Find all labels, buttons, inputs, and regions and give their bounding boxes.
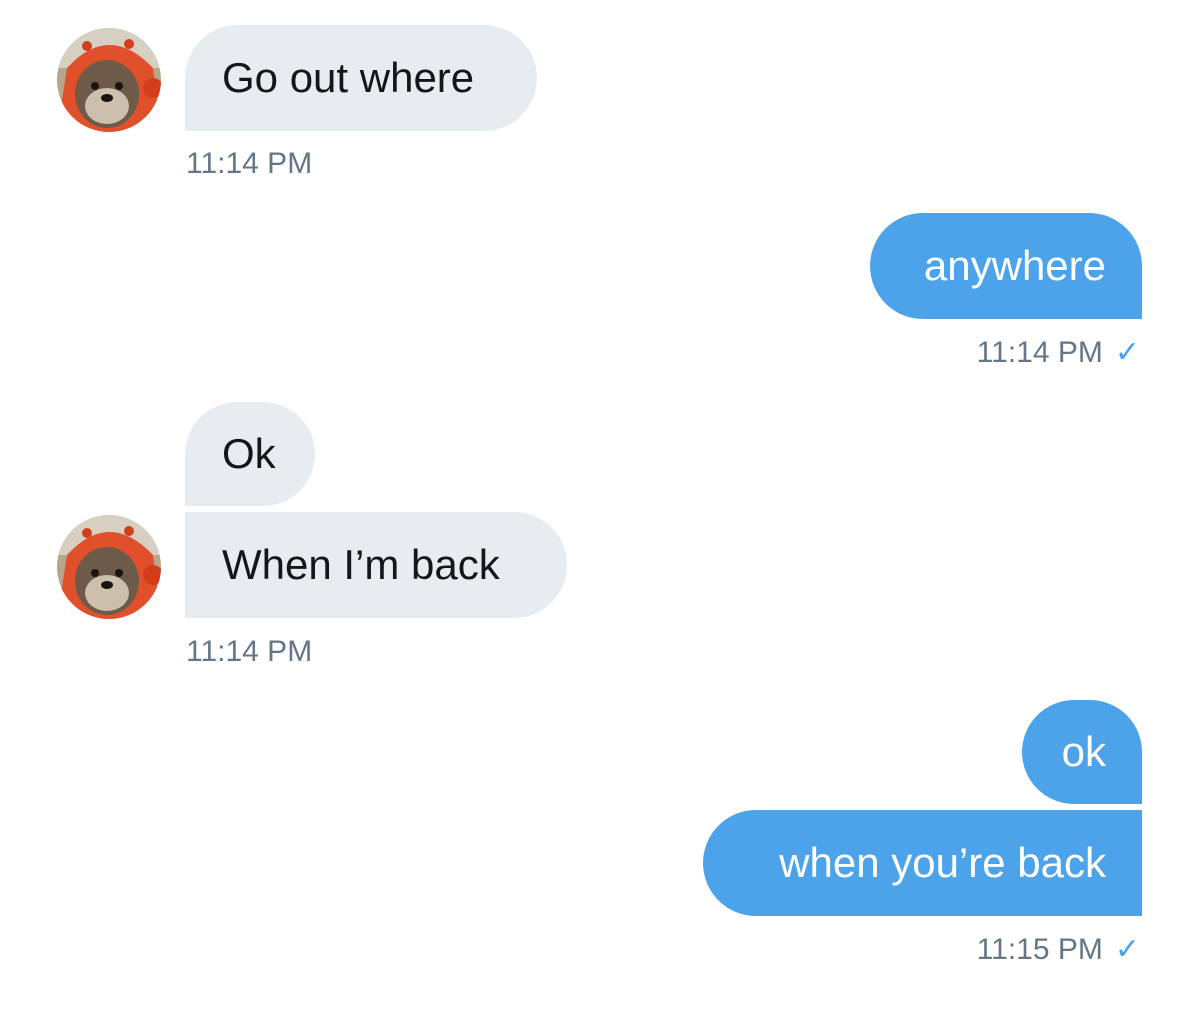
message-bubble-incoming[interactable]: Ok	[185, 402, 315, 506]
message-text: Ok	[222, 430, 276, 477]
timestamp: 11:14 PM ✓	[977, 338, 1140, 368]
read-check-icon: ✓	[1114, 933, 1140, 966]
timestamp-text: 11:14 PM	[186, 147, 313, 180]
timestamp: 11:15 PM ✓	[977, 935, 1140, 965]
message-bubble-outgoing[interactable]: ok	[1022, 700, 1142, 804]
timestamp-text: 11:14 PM	[976, 336, 1103, 369]
message-text: when you’re back	[779, 839, 1106, 886]
message-bubble-incoming[interactable]: When I’m back	[185, 512, 567, 618]
timestamp: 11:14 PM	[186, 637, 312, 667]
avatar[interactable]	[57, 28, 161, 132]
message-text: Go out where	[222, 54, 475, 101]
otter-avatar-image	[57, 515, 161, 619]
read-check-icon: ✓	[1114, 336, 1140, 369]
message-bubble-outgoing[interactable]: anywhere	[870, 213, 1142, 319]
message-text: ok	[1061, 728, 1106, 775]
avatar[interactable]	[57, 515, 161, 619]
timestamp-text: 11:14 PM	[186, 635, 313, 668]
otter-avatar-image	[57, 28, 161, 132]
timestamp: 11:14 PM	[186, 149, 312, 179]
message-text: anywhere	[923, 242, 1106, 289]
message-text: When I’m back	[222, 541, 500, 588]
message-bubble-outgoing[interactable]: when you’re back	[703, 810, 1142, 916]
timestamp-text: 11:15 PM	[976, 933, 1103, 966]
message-bubble-incoming[interactable]: Go out where	[185, 25, 537, 131]
